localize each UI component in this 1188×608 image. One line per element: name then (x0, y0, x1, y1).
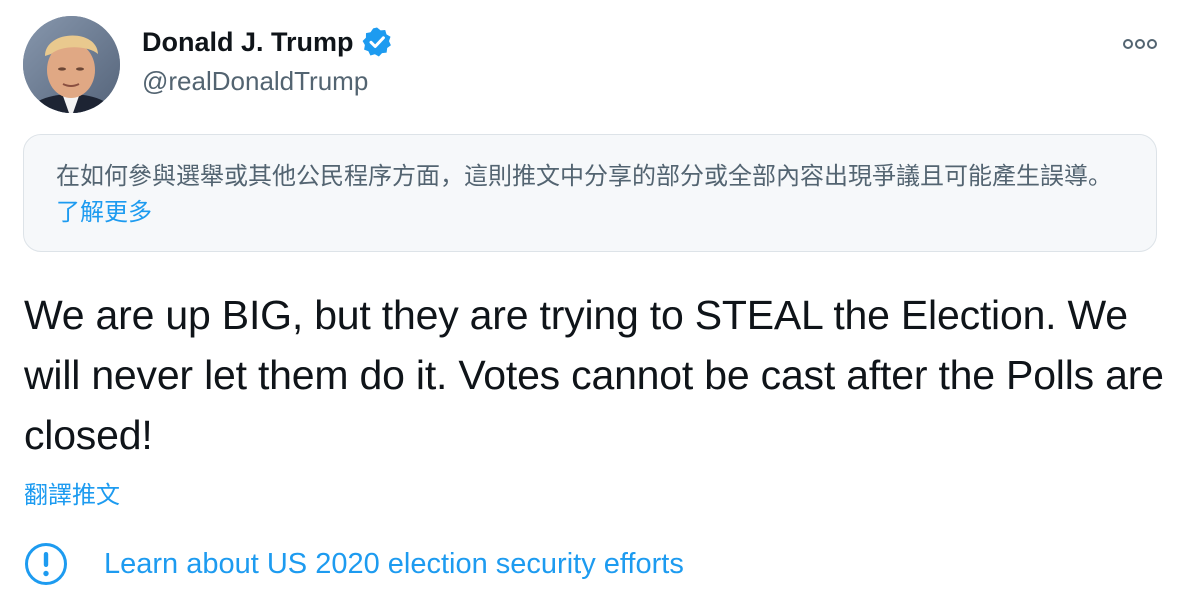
election-security-label: Learn about US 2020 election security ef… (104, 547, 684, 580)
author-name[interactable]: Donald J. Trump (142, 26, 393, 58)
author-name-text: Donald J. Trump (142, 26, 354, 57)
misleading-content-notice: 在如何參與選舉或其他公民程序方面，這則推文中分享的部分或全部內容出現爭議且可能產… (23, 134, 1157, 252)
verified-badge-icon (361, 26, 393, 58)
notice-text: 在如何參與選舉或其他公民程序方面，這則推文中分享的部分或全部內容出現爭議且可能產… (56, 163, 1112, 190)
avatar[interactable] (23, 16, 120, 113)
tweet-text: We are up BIG, but they are trying to ST… (24, 292, 1164, 458)
more-options-button[interactable] (1118, 33, 1162, 55)
learn-more-link[interactable]: 了解更多 (56, 199, 152, 226)
exclamation-circle-icon (24, 542, 68, 586)
election-security-link[interactable]: Learn about US 2020 election security ef… (24, 542, 684, 586)
author-handle[interactable]: @realDonaldTrump (142, 66, 368, 97)
translate-tweet-link[interactable]: 翻譯推文 (24, 475, 120, 510)
tweet-card: Donald J. Trump @realDonaldTrump 在如何參與選舉… (0, 0, 1188, 608)
more-dots-icon (1123, 39, 1157, 49)
